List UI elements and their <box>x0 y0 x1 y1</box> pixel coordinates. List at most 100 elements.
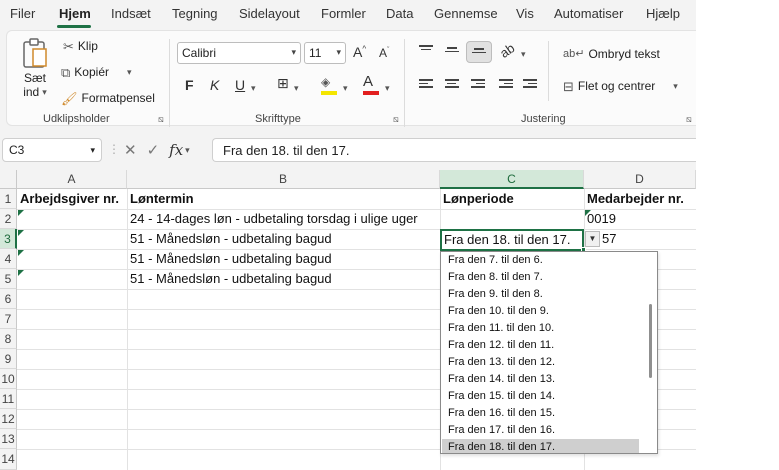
orientation-icon[interactable]: ab <box>497 40 517 61</box>
align-left-icon[interactable] <box>419 79 433 91</box>
merge-center-button[interactable]: ⊟ Flet og centrer ▾ <box>563 79 678 93</box>
formula-input[interactable]: Fra den 18. til den 17. <box>212 138 696 162</box>
menu-data[interactable]: Data <box>386 6 413 21</box>
chevron-down-icon[interactable]: ▾ <box>343 83 348 94</box>
increase-font-size-icon[interactable]: A^ <box>353 44 366 60</box>
column-header-b[interactable]: B <box>127 170 440 189</box>
error-indicator-icon <box>18 250 24 256</box>
dialog-launcher-icon[interactable]: ⧅ <box>158 114 164 125</box>
menu-tegning[interactable]: Tegning <box>172 6 218 21</box>
italic-button[interactable]: K <box>210 77 219 93</box>
dropdown-option[interactable]: Fra den 13. til den 12. <box>442 354 639 371</box>
decrease-indent-icon[interactable] <box>499 79 513 91</box>
dropdown-option[interactable]: Fra den 14. til den 13. <box>442 371 639 388</box>
font-name-select[interactable]: Calibri ▾ <box>177 42 301 64</box>
validation-dropdown-list[interactable]: Fra den 7. til den 6. Fra den 8. til den… <box>440 251 658 454</box>
font-color-button[interactable]: A <box>363 73 379 95</box>
dropdown-option-selected[interactable]: Fra den 18. til den 17. <box>442 439 639 453</box>
row-header[interactable]: 1 <box>0 189 17 209</box>
menu-gennemse[interactable]: Gennemse <box>434 6 498 21</box>
wrap-text-button[interactable]: ab↵ Ombryd tekst <box>563 47 660 61</box>
row-header[interactable]: 5 <box>0 269 17 289</box>
dropdown-arrow-button[interactable]: ▼ <box>585 231 600 247</box>
row-header[interactable]: 13 <box>0 429 17 449</box>
copy-button[interactable]: ⧉ Kopiér ▾ <box>61 65 132 79</box>
select-all-corner[interactable] <box>0 170 17 189</box>
column-header-c[interactable]: C <box>440 170 584 189</box>
cell-b4[interactable]: 51 - Månedsløn - udbetaling bagud <box>128 249 440 269</box>
chevron-down-icon[interactable]: ▾ <box>294 83 299 94</box>
row-header[interactable]: 9 <box>0 349 17 369</box>
dropdown-option[interactable]: Fra den 10. til den 9. <box>442 303 639 320</box>
cell-a1[interactable]: Arbejdsgiver nr. <box>18 189 127 209</box>
dialog-launcher-icon[interactable]: ⧅ <box>686 114 692 125</box>
menu-sidelayout[interactable]: Sidelayout <box>239 6 300 21</box>
confirm-icon[interactable]: ✓ <box>147 141 160 159</box>
underline-button[interactable]: U <box>235 77 245 93</box>
name-box[interactable]: C3 ▾ <box>2 138 102 162</box>
dropdown-option[interactable]: Fra den 9. til den 8. <box>442 286 639 303</box>
row-header[interactable]: 6 <box>0 289 17 309</box>
cancel-icon[interactable]: ✕ <box>124 141 137 159</box>
row-header[interactable]: 8 <box>0 329 17 349</box>
dropdown-option[interactable]: Fra den 8. til den 7. <box>442 269 639 286</box>
row-header[interactable]: 7 <box>0 309 17 329</box>
font-size-select[interactable]: 11 ▾ <box>304 42 346 64</box>
column-header-d[interactable]: D <box>584 170 696 189</box>
column-header-a[interactable]: A <box>17 170 127 189</box>
dropdown-option[interactable]: Fra den 15. til den 14. <box>442 388 639 405</box>
cell-d3[interactable]: 57 <box>600 229 696 249</box>
row-header[interactable]: 4 <box>0 249 17 269</box>
dropdown-option[interactable]: Fra den 12. til den 11. <box>442 337 639 354</box>
row-header[interactable]: 10 <box>0 369 17 389</box>
dropdown-scrollbar[interactable] <box>649 304 652 378</box>
cell-d1[interactable]: Medarbejder nr. <box>585 189 696 209</box>
borders-icon[interactable]: ⊞ <box>277 75 289 92</box>
menu-hjaelp[interactable]: Hjælp <box>646 6 680 21</box>
row-header[interactable]: 11 <box>0 389 17 409</box>
insert-function-button[interactable]: fx <box>169 141 183 159</box>
error-indicator-icon <box>18 230 24 236</box>
increase-indent-icon[interactable] <box>523 79 537 91</box>
row-header[interactable]: 12 <box>0 409 17 429</box>
menu-filer[interactable]: Filer <box>10 6 35 21</box>
active-cell-c3[interactable]: Fra den 18. til den 17. <box>440 229 584 251</box>
fill-color-button[interactable]: ◈ <box>321 75 339 95</box>
dropdown-option[interactable]: Fra den 17. til den 16. <box>442 422 639 439</box>
format-painter-label: Formatpensel <box>81 91 155 105</box>
dropdown-option[interactable]: Fra den 11. til den 10. <box>442 320 639 337</box>
cell-c1[interactable]: Lønperiode <box>441 189 584 209</box>
bold-button[interactable]: F <box>185 77 194 93</box>
cell-d2[interactable]: 0019 <box>585 209 696 229</box>
chevron-down-icon[interactable]: ▾ <box>185 145 190 156</box>
chevron-down-icon[interactable]: ▾ <box>521 49 526 60</box>
cell-b1[interactable]: Løntermin <box>128 189 440 209</box>
align-center-icon[interactable] <box>445 79 459 91</box>
align-middle-icon[interactable] <box>445 47 459 59</box>
cell-b3[interactable]: 51 - Månedsløn - udbetaling bagud <box>128 229 440 249</box>
dialog-launcher-icon[interactable]: ⧅ <box>393 114 399 125</box>
format-painter-button[interactable]: 🖌 Formatpensel <box>61 91 155 105</box>
menu-hjem[interactable]: Hjem <box>59 6 91 21</box>
chevron-down-icon[interactable]: ▾ <box>251 83 256 94</box>
chevron-down-icon[interactable]: ▾ <box>385 83 390 94</box>
formula-bar: C3 ▾ ⋮ ✕ ✓ fx ▾ Fra den 18. til den 17. <box>0 128 696 170</box>
cut-button[interactable]: ✂ Klip <box>63 39 98 53</box>
row-header[interactable]: 3 <box>0 229 17 249</box>
align-right-icon[interactable] <box>471 79 485 91</box>
dropdown-option[interactable]: Fra den 16. til den 15. <box>442 405 639 422</box>
menu-automatiser[interactable]: Automatiser <box>554 6 623 21</box>
align-bottom-button[interactable] <box>466 41 492 63</box>
menu-formler[interactable]: Formler <box>321 6 366 21</box>
paste-button[interactable]: Sæt ind ▾ <box>21 37 49 99</box>
menu-bar: Filer Hjem Indsæt Tegning Sidelayout For… <box>0 0 696 28</box>
align-top-icon[interactable] <box>419 45 433 57</box>
menu-indsaet[interactable]: Indsæt <box>111 6 151 21</box>
cell-b5[interactable]: 51 - Månedsløn - udbetaling bagud <box>128 269 440 289</box>
menu-vis[interactable]: Vis <box>516 6 534 21</box>
row-header[interactable]: 2 <box>0 209 17 229</box>
cell-b2[interactable]: 24 - 14-dages løn - udbetaling torsdag i… <box>128 209 440 229</box>
dropdown-option[interactable]: Fra den 7. til den 6. <box>442 252 639 269</box>
row-header[interactable]: 14 <box>0 449 17 470</box>
decrease-font-size-icon[interactable]: Aˇ <box>379 46 389 60</box>
